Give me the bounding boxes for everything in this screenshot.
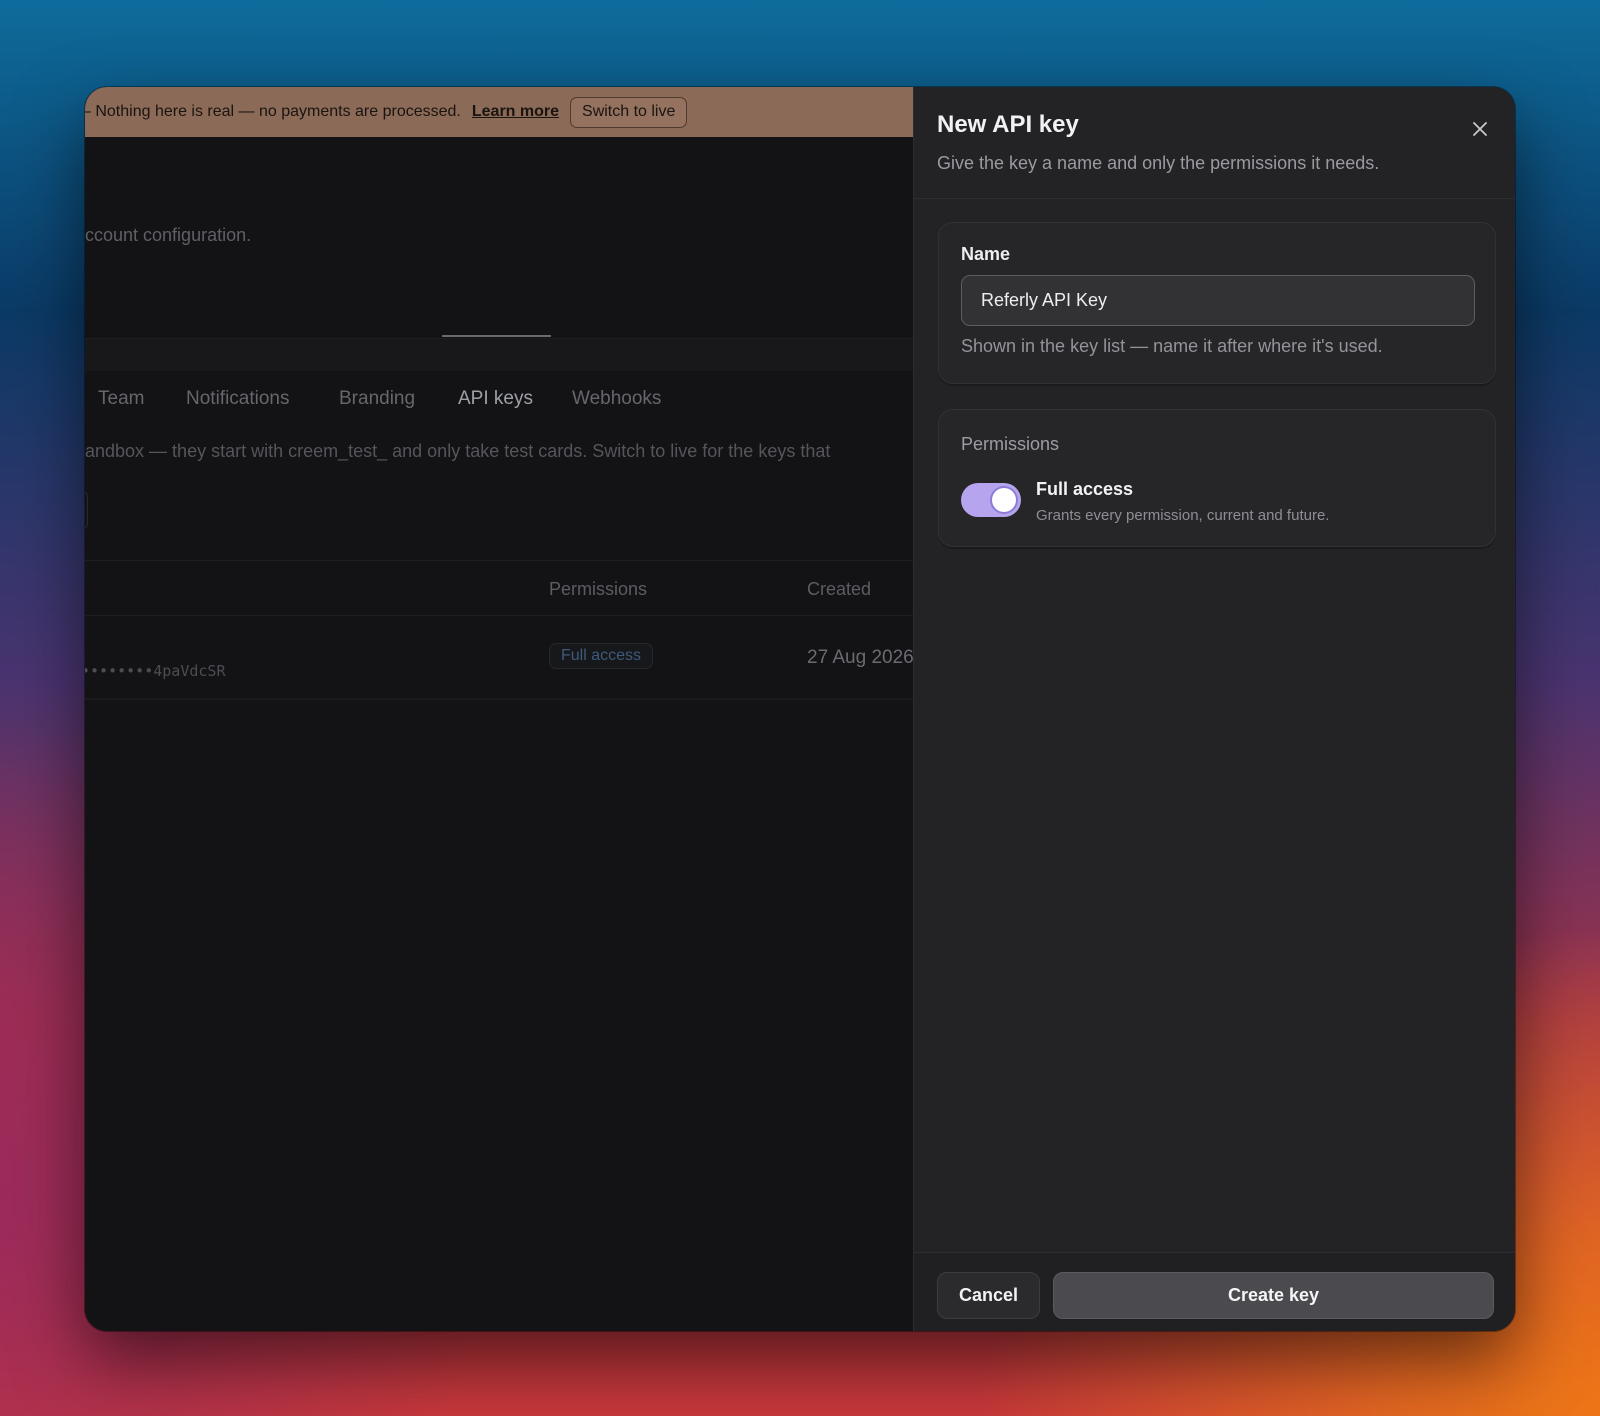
new-key-button-edge[interactable]	[85, 491, 88, 529]
learn-more-link[interactable]: Learn more	[472, 103, 559, 121]
cancel-button[interactable]: Cancel	[937, 1272, 1040, 1319]
page-subtitle: ccount configuration.	[85, 225, 252, 245]
table-header: Permissions Created	[85, 560, 913, 616]
tab-branding[interactable]: Branding	[339, 388, 415, 410]
full-access-description: Grants every permission, current and fut…	[1036, 507, 1330, 524]
tab-team[interactable]: Team	[98, 388, 144, 410]
permissions-label: Permissions	[961, 434, 1060, 454]
tab-webhooks[interactable]: Webhooks	[572, 388, 661, 410]
api-keys-table: Permissions Created ••••••••4paVdcSR Ful…	[85, 560, 913, 700]
tab-notifications[interactable]: Notifications	[186, 388, 290, 410]
test-mode-banner: – Nothing here is real — no payments are…	[85, 87, 913, 137]
column-header-permissions: Permissions	[549, 579, 648, 599]
create-key-button[interactable]: Create key	[1053, 1272, 1494, 1319]
masked-key: ••••••••4paVdcSR	[85, 662, 226, 680]
permission-badge: Full access	[549, 643, 654, 669]
name-input[interactable]	[961, 275, 1475, 326]
full-access-toggle[interactable]	[961, 483, 1021, 517]
tab-api-keys[interactable]: API keys	[458, 388, 533, 410]
switch-to-live-button[interactable]: Switch to live	[570, 96, 688, 128]
toggle-knob	[992, 488, 1016, 512]
section-strip	[85, 339, 913, 371]
created-date: 27 Aug 2026	[807, 647, 913, 668]
name-card: Name Shown in the key list — name it aft…	[938, 222, 1496, 384]
new-api-key-panel: New API key Give the key a name and only…	[913, 87, 1515, 1331]
name-label: Name	[961, 244, 1011, 264]
full-access-title: Full access	[1036, 479, 1134, 499]
sandbox-info-text: andbox — they start with creem_test_ and…	[85, 441, 831, 461]
close-icon	[1473, 122, 1487, 136]
app-window: – Nothing here is real — no payments are…	[85, 87, 1515, 1331]
permissions-card: Permissions Full access Grants every per…	[938, 409, 1496, 547]
close-button[interactable]	[1466, 115, 1494, 143]
banner-message: – Nothing here is real — no payments are…	[85, 103, 461, 120]
panel-title: New API key	[937, 111, 1079, 138]
settings-page: – Nothing here is real — no payments are…	[85, 87, 913, 1331]
panel-header: New API key Give the key a name and only…	[914, 87, 1515, 199]
column-header-created: Created	[807, 579, 872, 599]
name-hint: Shown in the key list — name it after wh…	[961, 336, 1383, 356]
active-tab-indicator	[442, 335, 551, 337]
panel-footer: Cancel Create key	[914, 1252, 1515, 1331]
panel-description: Give the key a name and only the permiss…	[937, 153, 1380, 173]
table-row[interactable]: ••••••••4paVdcSR Full access 27 Aug 2026	[85, 616, 913, 700]
